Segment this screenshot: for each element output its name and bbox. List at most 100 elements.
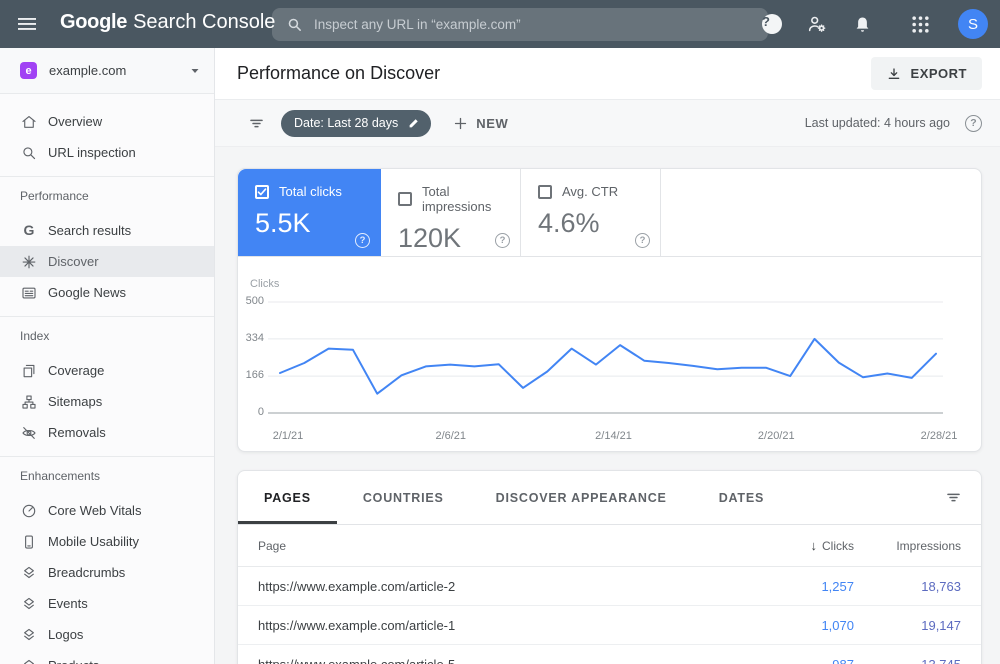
table-filter-icon[interactable] <box>944 488 963 507</box>
metric-tile-avg-ctr[interactable]: Avg. CTR 4.6% ? <box>521 169 661 256</box>
sidebar-item-google-news[interactable]: Google News <box>0 277 214 308</box>
tab-pages[interactable]: PAGES <box>238 471 337 524</box>
table-row[interactable]: https://www.example.com/article-5 987 13,7… <box>238 645 981 664</box>
sidebar-section: Enhancements Core Web Vitals Mobile Usabil… <box>0 457 214 664</box>
tile-filler <box>661 169 981 256</box>
help-icon[interactable]: ? <box>635 233 650 248</box>
x-axis-tick: 2/28/21 <box>920 430 958 442</box>
x-axis-tick: 2/1/21 <box>272 430 304 442</box>
help-icon[interactable]: ? <box>355 233 370 248</box>
performance-table-card: PAGES COUNTRIES DISCOVER APPEARANCE DATES P… <box>237 470 982 664</box>
tab-discover-appearance[interactable]: DISCOVER APPEARANCE <box>470 471 693 524</box>
removals-icon <box>22 426 36 439</box>
g-icon: G <box>23 221 35 238</box>
y-axis-tick: 166 <box>245 369 264 382</box>
sidebar-item-coverage[interactable]: Coverage <box>0 355 214 386</box>
table-row[interactable]: https://www.example.com/article-1 1,070 19… <box>238 606 981 645</box>
export-button[interactable]: EXPORT <box>870 57 982 90</box>
x-axis-tick: 2/6/21 <box>435 430 467 442</box>
search-placeholder: Inspect any URL in “example.com” <box>314 17 521 32</box>
sidebar-item-breadcrumbs[interactable]: Breadcrumbs <box>0 557 214 588</box>
clicks-value: 987 <box>832 656 854 664</box>
page-header: Performance on Discover EXPORT <box>215 48 1000 100</box>
menu-icon[interactable] <box>17 14 37 34</box>
sidebar-item-url-inspection[interactable]: URL inspection <box>0 137 214 168</box>
sidebar-section-label: Performance <box>20 189 89 203</box>
checkbox-unchecked-icon[interactable] <box>398 192 412 206</box>
checkbox-unchecked-icon[interactable] <box>538 184 552 199</box>
sidebar-item-label: Breadcrumbs <box>48 565 126 580</box>
search-console-app: Google Search Console Inspect any URL in … <box>0 0 1000 664</box>
column-header-page[interactable]: Page <box>258 539 734 553</box>
sidebar-item-mobile-usability[interactable]: Mobile Usability <box>0 526 214 557</box>
tab-dates[interactable]: DATES <box>693 471 790 524</box>
line-chart-plot <box>268 301 943 414</box>
sidebar-item-search-results[interactable]: G Search results <box>0 215 214 246</box>
impressions-value: 19,147 <box>921 617 961 633</box>
sidebar-item-discover[interactable]: Discover <box>0 246 214 277</box>
sidebar-item-label: Events <box>48 596 88 611</box>
top-app-bar: Google Search Console Inspect any URL in … <box>0 0 1000 48</box>
sidebar-section-label: Enhancements <box>20 469 101 483</box>
logo-product: Search Console <box>133 11 276 33</box>
checkbox-checked-icon[interactable] <box>255 184 269 199</box>
sidebar-item-sitemaps[interactable]: Sitemaps <box>0 386 214 417</box>
sidebar-item-label: Overview <box>48 114 103 129</box>
vitals-icon <box>22 504 36 517</box>
topbar-actions: ? S <box>762 0 988 48</box>
download-icon <box>888 67 899 79</box>
metric-label: Total clicks <box>279 184 342 199</box>
column-header-impressions[interactable]: Impressions <box>854 539 981 553</box>
help-icon[interactable]: ? <box>965 114 982 132</box>
sidebar-item-label: Products <box>48 658 99 664</box>
tab-countries[interactable]: COUNTRIES <box>337 471 470 524</box>
new-filter-label: NEW <box>476 115 509 131</box>
metric-tile-total-impressions[interactable]: Total impressions 120K ? <box>381 169 521 256</box>
help-icon[interactable]: ? <box>495 233 510 248</box>
y-axis-tick: 334 <box>245 331 264 344</box>
main-content: Total clicks 5.5K ? Total impressions 12… <box>215 147 1000 664</box>
export-label: EXPORT <box>910 66 967 81</box>
url-inspect-search-input[interactable]: Inspect any URL in “example.com” <box>272 8 768 41</box>
sort-desc-icon: ↓ <box>810 538 818 553</box>
sidebar-item-label: Discover <box>48 254 99 269</box>
x-axis-tick: 2/14/21 <box>595 430 632 442</box>
table-row[interactable]: https://www.example.com/article-2 1,257 18… <box>238 567 981 606</box>
sidebar-item-products[interactable]: Products <box>0 650 214 664</box>
new-filter-button[interactable]: NEW <box>452 115 508 132</box>
property-icon: e <box>20 62 37 79</box>
y-axis-tick: 500 <box>245 295 264 307</box>
app-logo[interactable]: Google Search Console <box>60 11 275 34</box>
impressions-value: 18,763 <box>921 578 961 594</box>
filter-icon[interactable] <box>247 114 266 133</box>
sidebar-item-logos[interactable]: Logos <box>0 619 214 650</box>
metric-tile-total-clicks[interactable]: Total clicks 5.5K ? <box>238 169 381 256</box>
structured-icon <box>24 597 34 609</box>
sitemaps-icon <box>22 394 36 409</box>
metric-label: Avg. CTR <box>562 184 619 199</box>
sidebar-item-overview[interactable]: Overview <box>0 106 214 137</box>
structured-icon <box>24 566 34 578</box>
structured-icon <box>24 628 34 640</box>
page-url[interactable]: https://www.example.com/article-5 <box>258 657 734 664</box>
property-selector[interactable]: e example.com <box>0 48 214 94</box>
clicks-line-chart[interactable]: Clicks 0 166 334 500 2/1/21 2/6/21 2/14/21 2/20… <box>238 257 981 451</box>
sidebar: e example.com Overview URL inspection Perf… <box>0 48 215 664</box>
news-icon <box>22 287 36 298</box>
sidebar-nav: Overview URL inspection Performance G Search… <box>0 94 214 664</box>
edit-icon <box>409 119 418 128</box>
page-url[interactable]: https://www.example.com/article-1 <box>258 618 734 633</box>
sidebar-item-core-web-vitals[interactable]: Core Web Vitals <box>0 495 214 526</box>
apps-grid-icon[interactable] <box>911 15 930 34</box>
date-filter-chip[interactable]: Date: Last 28 days <box>281 109 432 137</box>
page-url[interactable]: https://www.example.com/article-2 <box>258 579 734 594</box>
property-label: example.com <box>49 63 127 78</box>
sidebar-item-events[interactable]: Events <box>0 588 214 619</box>
manage-users-icon[interactable] <box>806 13 828 35</box>
user-avatar[interactable]: S <box>958 9 988 39</box>
sidebar-item-removals[interactable]: Removals <box>0 417 214 448</box>
notifications-icon[interactable] <box>852 14 873 35</box>
table-header-row: Page ↓ Clicks Impressions <box>238 525 981 567</box>
help-icon[interactable]: ? <box>762 14 782 34</box>
column-header-clicks[interactable]: ↓ Clicks <box>734 538 855 553</box>
